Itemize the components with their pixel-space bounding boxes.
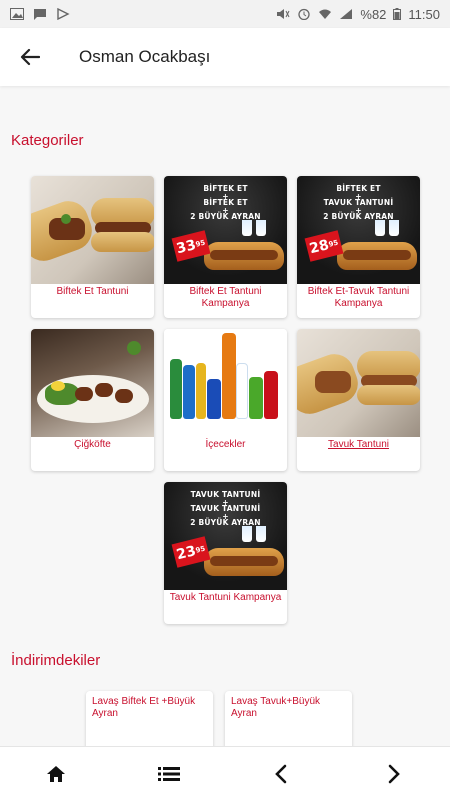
status-right-icons: %82 11:50 bbox=[276, 7, 440, 22]
back-arrow-icon bbox=[20, 48, 40, 66]
back-button[interactable] bbox=[0, 28, 60, 86]
status-left-icons bbox=[10, 8, 70, 20]
category-image bbox=[31, 176, 154, 284]
category-card-icecekler[interactable]: İçecekler bbox=[164, 329, 287, 471]
category-card-tavuk-tantuni[interactable]: Tavuk Tantuni bbox=[297, 329, 420, 471]
discounts-heading: İndirimdekiler bbox=[11, 652, 101, 669]
category-card-biftek-et-tavuk-tantuni-kampanya[interactable]: BİFTEK ET + TAVUK TANTUNİ + 2 BÜYÜK AYRA… bbox=[297, 176, 420, 318]
discount-label: Lavaş Tavuk+Büyük Ayran bbox=[231, 696, 321, 719]
next-button[interactable] bbox=[364, 747, 424, 800]
status-time: 11:50 bbox=[408, 6, 440, 22]
battery-icon bbox=[393, 8, 402, 20]
category-label: Tavuk Tantuni Kampanya bbox=[169, 592, 282, 603]
chevron-right-icon bbox=[388, 764, 400, 783]
discount-label: Lavaş Biftek Et +Büyük Ayran bbox=[92, 696, 196, 719]
promo-poster-image: BİFTEK ET + BİFTEK ET + 2 BÜYÜK AYRAN 33… bbox=[164, 176, 287, 284]
previous-button[interactable] bbox=[251, 747, 311, 800]
promo-poster-image: TAVUK TANTUNİ + TAVUK TANTUNİ + 2 BÜYÜK … bbox=[164, 482, 287, 590]
discount-card[interactable]: Lavaş Tavuk+Büyük Ayran bbox=[225, 691, 352, 746]
category-card-cigkofte[interactable]: Çiğköfte bbox=[31, 329, 154, 471]
promo-line: 2 BÜYÜK AYRAN bbox=[190, 212, 261, 221]
categories-heading: Kategoriler bbox=[11, 132, 84, 149]
category-label: Tavuk Tantuni bbox=[328, 439, 389, 450]
category-card-biftek-et-tantuni-kampanya[interactable]: BİFTEK ET + BİFTEK ET + 2 BÜYÜK AYRAN 33… bbox=[164, 176, 287, 318]
home-icon bbox=[47, 765, 66, 782]
category-label: Biftek Et-Tavuk Tantuni Kampanya bbox=[307, 286, 410, 309]
message-icon bbox=[34, 9, 46, 20]
alarm-icon bbox=[298, 8, 311, 20]
promo-line: 2 BÜYÜK AYRAN bbox=[190, 518, 261, 527]
category-image bbox=[31, 329, 154, 437]
category-label: Biftek Et Tantuni bbox=[56, 286, 129, 297]
category-card-biftek-et-tantuni[interactable]: Biftek Et Tantuni bbox=[31, 176, 154, 318]
status-bar: %82 11:50 bbox=[0, 0, 450, 28]
signal-icon bbox=[340, 9, 353, 19]
home-button[interactable] bbox=[26, 747, 86, 800]
menu-list-button[interactable] bbox=[139, 747, 199, 800]
bottom-nav bbox=[0, 746, 450, 800]
category-label: Çiğköfte bbox=[74, 439, 111, 450]
main-content[interactable]: Kategoriler Biftek Et Tantuni BİFTEK ET … bbox=[0, 86, 450, 746]
category-card-tavuk-tantuni-kampanya[interactable]: TAVUK TANTUNİ + TAVUK TANTUNİ + 2 BÜYÜK … bbox=[164, 482, 287, 624]
battery-percent: %82 bbox=[360, 6, 387, 22]
page-title: Osman Ocakbaşı bbox=[79, 47, 211, 66]
discount-card[interactable]: Lavaş Biftek Et +Büyük Ayran bbox=[86, 691, 213, 746]
image-icon bbox=[10, 8, 24, 20]
category-image bbox=[297, 329, 420, 437]
category-label: İçecekler bbox=[205, 439, 246, 450]
category-label: Biftek Et Tantuni Kampanya bbox=[189, 286, 262, 309]
chevron-left-icon bbox=[275, 764, 287, 783]
play-store-icon bbox=[57, 8, 70, 20]
category-image bbox=[164, 329, 287, 437]
app-bar: Osman Ocakbaşı bbox=[0, 28, 450, 86]
menu-list-icon bbox=[157, 766, 180, 781]
mute-icon bbox=[277, 9, 290, 19]
wifi-icon bbox=[319, 9, 332, 19]
promo-poster-image: BİFTEK ET + TAVUK TANTUNİ + 2 BÜYÜK AYRA… bbox=[297, 176, 420, 284]
promo-line: 2 BÜYÜK AYRAN bbox=[323, 212, 394, 221]
